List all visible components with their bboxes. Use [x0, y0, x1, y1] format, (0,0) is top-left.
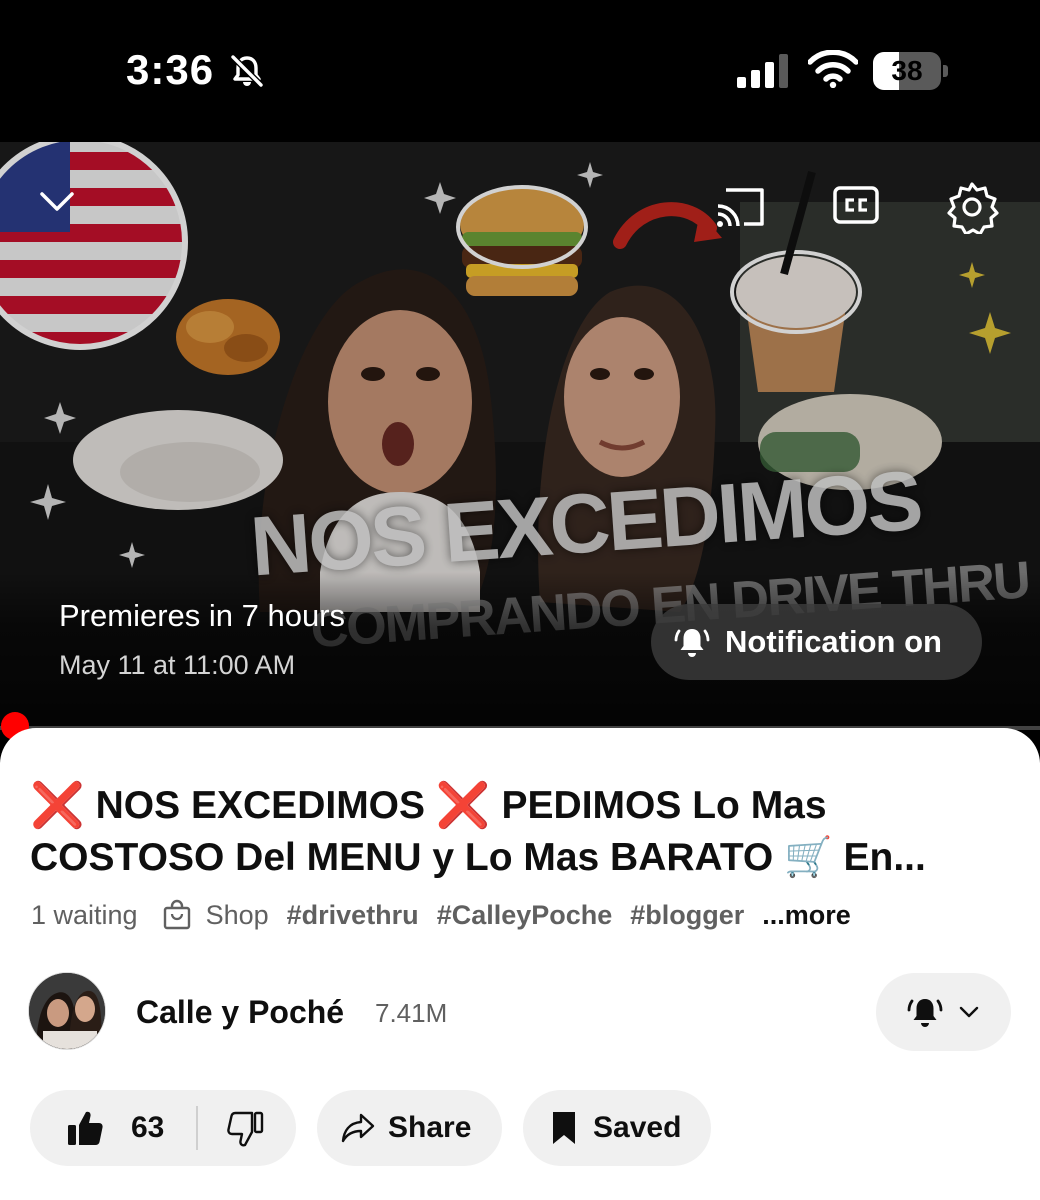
shop-link[interactable]: Shop	[206, 900, 269, 931]
thumbs-down-icon[interactable]	[225, 1109, 265, 1149]
bell-ringing-icon	[907, 999, 943, 1027]
cast-icon[interactable]	[714, 184, 768, 230]
status-time: 3:36	[126, 46, 215, 93]
shopping-bag-icon[interactable]	[162, 899, 192, 931]
video-title-line-2: COSTOSO Del MENU y Lo Mas BARATO 🛒 En...	[30, 836, 926, 879]
video-title[interactable]: ❌ NOS EXCEDIMOS ❌ PEDIMOS Lo Mas COSTOSO…	[30, 780, 1020, 884]
saved-button[interactable]: Saved	[523, 1090, 711, 1166]
settings-icon[interactable]	[945, 180, 999, 234]
video-player[interactable]: NOS EXCEDIMOS COMPRANDO EN DRIVE THRU Pr…	[0, 142, 1040, 730]
waiting-count: 1 waiting	[31, 899, 138, 930]
hashtag-link[interactable]: #blogger	[630, 900, 744, 931]
share-label: Share	[388, 1111, 472, 1144]
battery-percent: 38	[891, 55, 923, 86]
share-arrow-icon	[341, 1113, 375, 1143]
subscriber-count: 7.41M	[375, 998, 448, 1028]
video-title-line-1: ❌ NOS EXCEDIMOS ❌ PEDIMOS Lo Mas	[30, 781, 827, 830]
signal-icon	[737, 54, 788, 88]
premiere-date: May 11 at 11:00 AM	[59, 650, 296, 680]
pill-divider	[196, 1106, 198, 1150]
cross-mark-emoji: ❌	[30, 781, 85, 830]
saved-label: Saved	[593, 1111, 682, 1144]
subscription-bell-button[interactable]	[876, 973, 1011, 1051]
bell-slash-icon	[230, 54, 264, 88]
video-meta-row: 1 waiting Shop #drivethru #CalleyPoche #…	[31, 898, 851, 932]
video-info-sheet: ❌ NOS EXCEDIMOS ❌ PEDIMOS Lo Mas COSTOSO…	[0, 728, 1040, 1200]
chevron-down-icon	[959, 1006, 979, 1018]
wifi-icon	[808, 50, 858, 88]
hashtag-link[interactable]: #drivethru	[287, 900, 419, 931]
bell-ringing-icon	[674, 629, 710, 657]
closed-captions-icon[interactable]	[832, 184, 880, 226]
cross-mark-emoji: ❌	[435, 781, 491, 830]
notification-label: Notification on	[725, 624, 942, 659]
chevron-down-icon[interactable]	[36, 184, 78, 218]
premiere-countdown: Premieres in 7 hours	[59, 598, 346, 633]
thumbs-up-icon[interactable]	[66, 1109, 104, 1147]
channel-name[interactable]: Calle y Poché	[136, 994, 344, 1031]
like-count: 63	[131, 1111, 165, 1144]
channel-avatar[interactable]	[28, 972, 106, 1050]
battery-icon: 38	[873, 52, 949, 90]
like-dislike-pill: 63	[30, 1090, 296, 1166]
notification-on-button[interactable]: Notification on	[651, 604, 982, 680]
bookmark-icon	[553, 1112, 575, 1144]
status-bar: 3:36 38	[0, 0, 1040, 142]
hashtag-link[interactable]: #CalleyPoche	[437, 900, 613, 931]
channel-row: Calle y Poché 7.41M	[28, 972, 1018, 1052]
share-button[interactable]: Share	[317, 1090, 502, 1166]
more-link[interactable]: ...more	[762, 900, 851, 931]
